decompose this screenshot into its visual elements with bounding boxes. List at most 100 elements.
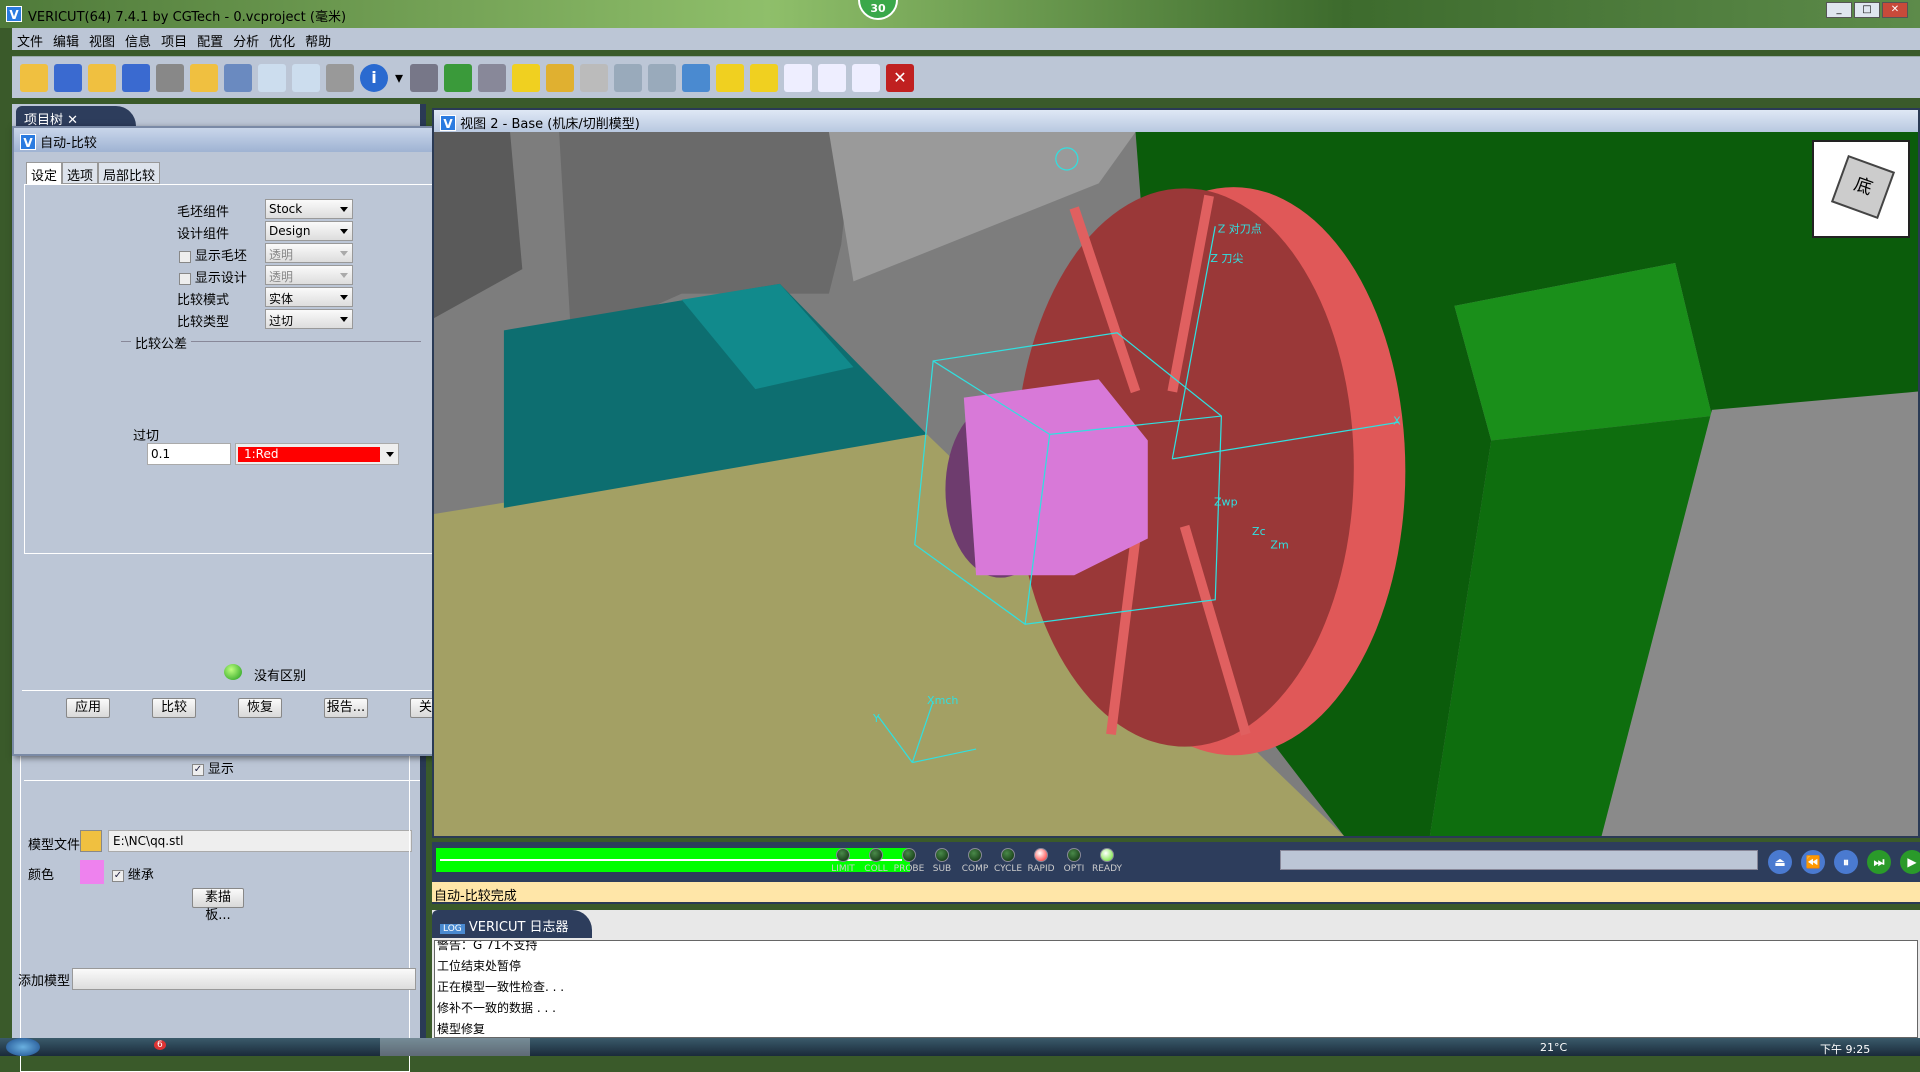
status-led-icon	[224, 664, 242, 680]
log-icon: LOG	[440, 924, 465, 934]
apply-button[interactable]: 应用	[66, 698, 110, 718]
save-ip-icon[interactable]	[122, 63, 150, 92]
open-ip-icon[interactable]	[88, 63, 116, 92]
gouge-color-select[interactable]: 1:Red	[235, 443, 399, 465]
show-checkbox[interactable]: ✓ 显示	[192, 758, 234, 777]
gouge-tolerance-input[interactable]: 0.1	[147, 443, 231, 465]
stock-select[interactable]: Stock	[265, 199, 353, 219]
show-stock-checkbox[interactable]: 显示毛坯	[179, 245, 247, 264]
tolerance-group-label: 比较公差	[131, 333, 192, 352]
menu-item[interactable]: 帮助	[300, 28, 336, 50]
sketch-button[interactable]: 素描板...	[192, 888, 244, 923]
hand-icon[interactable]	[410, 63, 438, 92]
dropdown-arrow-icon[interactable]: ▾	[394, 63, 404, 92]
view-cube-face[interactable]: 底	[1830, 154, 1896, 220]
nc-disabled-icon[interactable]	[326, 63, 354, 92]
inherit-label: 继承	[127, 868, 154, 883]
inherit-check-icon: ✓	[112, 869, 124, 882]
log-output[interactable]: 警告：G 71不支持 工位结束处暂停 正在模型一致性检查. . . 修补不一致的数据 …	[434, 940, 1918, 1038]
menu-item[interactable]: 视图	[84, 28, 120, 50]
split-horizontal-icon[interactable]	[852, 63, 880, 92]
tab-logger[interactable]: LOG VERICUT 日志器	[432, 910, 592, 938]
tool-icon[interactable]	[156, 63, 184, 92]
animation-speed-slider[interactable]	[1280, 850, 1758, 870]
restore-button[interactable]: 恢复	[238, 698, 282, 718]
nc-program-icon[interactable]	[258, 63, 286, 92]
model-file-field[interactable]: E:\NC\qq.stl	[108, 830, 412, 852]
axis-label: Y	[872, 712, 880, 725]
menu-item[interactable]: 分析	[228, 28, 264, 50]
dialog-title-bar: V 自动-比较	[14, 128, 504, 152]
step-icon[interactable]: ⏭	[1867, 850, 1891, 874]
tool-manager-icon[interactable]	[478, 63, 506, 92]
info-icon[interactable]: i	[360, 63, 388, 92]
open-vc-icon[interactable]	[20, 63, 48, 92]
toolbar: i ▾ ✕	[12, 56, 1920, 98]
single-view-icon[interactable]	[784, 63, 812, 92]
fit-icon[interactable]	[682, 63, 710, 92]
close-view-icon[interactable]: ✕	[886, 63, 914, 92]
compare-button[interactable]: 比较	[152, 698, 196, 718]
3d-scene[interactable]: Z 对刀点 Z 刀尖 Zwp Zc Zm Xmch X Y	[434, 132, 1918, 836]
tab-options[interactable]: 选项	[62, 162, 99, 184]
show-stock-select: 透明	[265, 243, 353, 263]
machine-icon[interactable]	[444, 63, 472, 92]
type-select[interactable]: 过切	[265, 309, 353, 329]
zoom-box-icon[interactable]	[580, 63, 608, 92]
show-design-checkbox[interactable]: 显示设计	[179, 267, 247, 286]
tab-project-tree[interactable]: 项目树 ✕	[16, 106, 136, 128]
log-line: 工位结束处暂停	[437, 959, 522, 973]
tab-settings[interactable]: 设定	[26, 162, 63, 184]
maximize-button[interactable]: □	[1854, 2, 1880, 18]
color-icon[interactable]	[512, 63, 540, 92]
split-vertical-icon[interactable]	[818, 63, 846, 92]
dialog-title: 自动-比较	[40, 136, 97, 151]
cut-icon[interactable]	[546, 63, 574, 92]
color-swatch[interactable]	[80, 860, 104, 884]
result-text: 没有区别	[254, 669, 307, 684]
report-button[interactable]: 报告...	[324, 698, 368, 718]
menu-item[interactable]: 项目	[156, 28, 192, 50]
zoom-in-icon[interactable]	[614, 63, 642, 92]
reset-icon[interactable]: ⏏	[1768, 850, 1792, 874]
save-vc-icon[interactable]	[54, 63, 82, 92]
axis-label: Zc	[1252, 525, 1266, 538]
menu-bar: 文件 编辑 视图 信息 项目 配置 分析 优化 帮助	[12, 28, 1920, 50]
browse-folder-icon[interactable]	[80, 830, 102, 852]
viewport-title: 视图 2 - Base (机床/切削模型)	[460, 117, 640, 132]
tree-icon[interactable]	[224, 63, 252, 92]
notification-count: 6	[154, 1040, 166, 1050]
mode-select[interactable]: 实体	[265, 287, 353, 307]
add-model-select[interactable]	[72, 968, 416, 990]
axis-label: Zwp	[1214, 495, 1238, 508]
minimize-button[interactable]: _	[1826, 2, 1852, 18]
sphere-icon[interactable]	[716, 63, 744, 92]
view-2-viewport[interactable]: V 视图 2 - Base (机床/切削模型) Z 对刀点 Z 刀尖 Zwp Z…	[432, 108, 1920, 838]
start-button[interactable]	[6, 1038, 40, 1056]
menu-item[interactable]: 配置	[192, 28, 228, 50]
rotate-icon[interactable]	[750, 63, 778, 92]
view-cube[interactable]: 底	[1812, 140, 1910, 238]
taskbar-vericut-app[interactable]	[380, 1038, 530, 1056]
vericut-logo-icon: V	[440, 115, 456, 131]
gouge-color-value: 1:Red	[238, 447, 380, 462]
axis-label: Zm	[1270, 538, 1288, 551]
clock: 下午 9:25	[1820, 1043, 1871, 1056]
inherit-checkbox[interactable]: ✓ 继承	[112, 864, 154, 883]
open-folder-check-icon[interactable]	[190, 63, 218, 92]
show-check-icon: ✓	[192, 763, 204, 776]
close-button[interactable]: ✕	[1882, 2, 1908, 18]
design-label: 设计组件	[177, 227, 230, 242]
nc-check-icon[interactable]	[292, 63, 320, 92]
show-design-select: 透明	[265, 265, 353, 285]
menu-item[interactable]: 编辑	[48, 28, 84, 50]
menu-item[interactable]: 优化	[264, 28, 300, 50]
menu-item[interactable]: 文件	[12, 28, 48, 50]
tab-local-compare[interactable]: 局部比较	[98, 162, 161, 184]
menu-item[interactable]: 信息	[120, 28, 156, 50]
play-icon[interactable]: ▶	[1900, 850, 1920, 874]
zoom-out-icon[interactable]	[648, 63, 676, 92]
design-select[interactable]: Design	[265, 221, 353, 241]
pause-icon[interactable]: ⏸	[1834, 850, 1858, 874]
rewind-icon[interactable]: ⏪	[1801, 850, 1825, 874]
